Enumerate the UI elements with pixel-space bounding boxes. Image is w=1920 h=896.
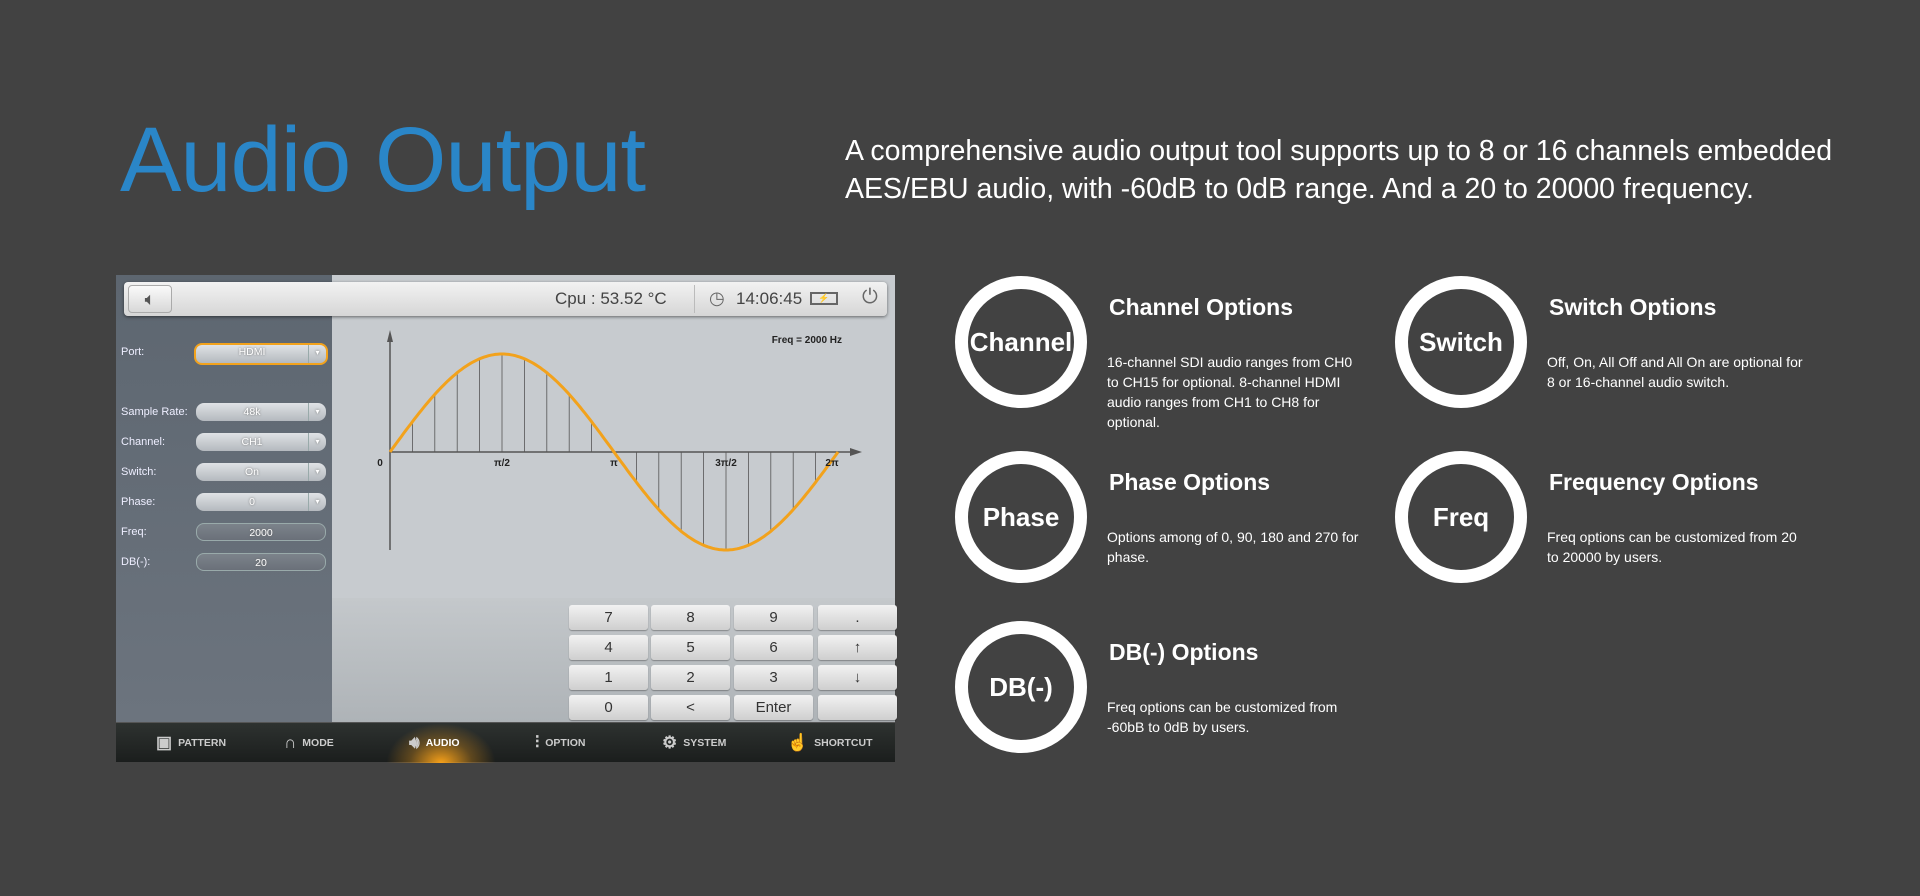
feature-badge: DB(-)	[955, 621, 1087, 753]
keypad-key[interactable]: ↑	[818, 635, 897, 660]
pattern-icon: ▣	[156, 733, 173, 752]
y-axis-arrow	[387, 330, 393, 342]
x-tick-label: 2π	[825, 458, 839, 469]
feature-body: Off, On, All Off and All On are optional…	[1547, 354, 1803, 390]
feature-body: Freq options can be customized from 20 t…	[1547, 529, 1797, 565]
clock-icon: ◷	[709, 288, 725, 308]
nav-label: AUDIO	[425, 737, 460, 749]
field-label: DB(-):	[121, 556, 151, 568]
chevron-down-icon[interactable]: ▾	[308, 433, 326, 451]
shortcut-icon: ☝	[787, 733, 809, 752]
chevron-down-icon[interactable]: ▾	[308, 403, 326, 421]
feature-badge: Switch	[1395, 276, 1527, 408]
field-value: 2000	[249, 527, 273, 539]
divider	[694, 285, 695, 313]
keypad-key[interactable]: 2	[651, 665, 730, 690]
field-value: 20	[255, 557, 267, 569]
nav-label: MODE	[302, 737, 334, 749]
feature-title: DB(-) Options	[1109, 639, 1259, 665]
feature-title: Frequency Options	[1549, 469, 1759, 495]
x-tick-label: π/2	[494, 458, 510, 469]
power-icon[interactable]: ⏻	[862, 286, 878, 309]
field-value: 0	[249, 496, 255, 508]
keypad-key[interactable]: <	[651, 695, 730, 720]
nav-label: SYSTEM	[683, 737, 727, 749]
page-title: Audio Output	[120, 109, 646, 211]
field-label: Sample Rate:	[121, 406, 188, 418]
field-label: Freq:	[121, 526, 147, 538]
keypad-key[interactable]: 5	[651, 635, 730, 660]
top-status-bar: 🔈︎ Cpu : 53.52 °C ◷ 14:06:45 ⚡ ⏻	[124, 282, 887, 316]
numeric-keypad: 7 8 9. 4 5 6 ↑ 1 2 3 ↓ 0 < Enter	[332, 598, 897, 722]
feature-badge: Phase	[955, 451, 1087, 583]
settings-sidebar: Port: HDMI ▾ Sample Rate: 48k ▾ Channel: CH1 ▾ Sw…	[116, 275, 332, 722]
feature-body: Options among of 0, 90, 180 and 270 for …	[1107, 529, 1359, 565]
chevron-down-icon[interactable]: ▾	[308, 463, 326, 481]
speaker-icon: 🔊︎	[409, 733, 420, 752]
field-label: Switch:	[121, 466, 157, 478]
value-input[interactable]: 2000	[196, 523, 326, 541]
keypad-key[interactable]: .	[818, 605, 897, 630]
field-label: Port:	[121, 346, 145, 358]
keypad-key[interactable]: 8	[651, 605, 730, 630]
keypad-key[interactable]: ↓	[818, 665, 897, 690]
nav-item-shortcut[interactable]: ☝ SHORTCUT	[787, 733, 873, 753]
feature-badge: Channel	[955, 276, 1087, 408]
waveform-chart: 0 π/2 π 3π/2 2π Freq = 2000 Hz	[377, 330, 862, 552]
keypad-key[interactable]: Enter	[734, 695, 813, 720]
keypad-key[interactable]: 3	[734, 665, 813, 690]
keypad-key[interactable]: 9	[734, 605, 813, 630]
nav-label: PATTERN	[178, 737, 227, 749]
keypad-key[interactable]: 4	[569, 635, 648, 660]
bottom-nav: ▣ PATTERN ∩ MODE 🔊︎ AUDIO ⫶ OPTION ⚙ SYSTEM ☝ SHORT…	[116, 722, 895, 763]
x-tick-label: 3π/2	[715, 458, 737, 469]
keypad-key[interactable]: 6	[734, 635, 813, 660]
x-axis-arrow	[850, 448, 862, 456]
feature-title: Switch Options	[1549, 294, 1717, 320]
nav-label: OPTION	[545, 737, 586, 749]
dropdown-select[interactable]: 48k ▾	[196, 403, 326, 421]
feature-body: Freq options can be customized from -60b…	[1107, 699, 1338, 735]
nav-label: SHORTCUT	[814, 737, 873, 749]
cpu-temperature: Cpu : 53.52 °C	[555, 289, 667, 308]
x-tick-label: π	[610, 458, 618, 469]
field-value: CH1	[241, 436, 263, 448]
dropdown-select[interactable]: On ▾	[196, 463, 326, 481]
chevron-down-icon[interactable]: ▾	[308, 493, 326, 511]
feature-title: Phase Options	[1109, 469, 1271, 495]
battery-icon: ⚡	[810, 292, 838, 305]
volume-button[interactable]: 🔈︎	[128, 285, 172, 313]
nav-item-system[interactable]: ⚙ SYSTEM	[662, 733, 726, 753]
field-label: Phase:	[121, 496, 156, 508]
page-description: A comprehensive audio output tool suppor…	[845, 135, 1833, 205]
keypad-key[interactable]: 7	[569, 605, 648, 630]
field-value: HDMI	[238, 346, 266, 358]
device-screenshot: Port: HDMI ▾ Sample Rate: 48k ▾ Channel: CH1 ▾ Sw…	[116, 275, 897, 763]
frequency-annotation: Freq = 2000 Hz	[772, 335, 842, 346]
clock-time: 14:06:45	[736, 289, 803, 308]
field-label: Channel:	[121, 436, 166, 448]
x-tick-label: 0	[377, 458, 383, 469]
nav-item-option[interactable]: ⫶ OPTION	[535, 733, 586, 753]
nav-item-mode[interactable]: ∩ MODE	[284, 733, 334, 753]
feature-badge: Freq	[1395, 451, 1527, 583]
field-value: 48k	[243, 406, 261, 418]
sliders-icon: ⫶	[535, 733, 540, 752]
dropdown-select[interactable]: HDMI ▾	[194, 343, 328, 365]
feature-title: Channel Options	[1109, 294, 1293, 320]
speaker-icon: 🔈︎	[144, 288, 156, 309]
dropdown-select[interactable]: CH1 ▾	[196, 433, 326, 451]
gear-icon: ⚙	[662, 733, 678, 752]
keypad-key[interactable]: 0	[569, 695, 648, 720]
value-input[interactable]: 20	[196, 553, 326, 571]
chevron-down-icon[interactable]: ▾	[308, 345, 326, 363]
keypad-key[interactable]: 1	[569, 665, 648, 690]
dropdown-select[interactable]: 0 ▾	[196, 493, 326, 511]
nav-item-pattern[interactable]: ▣ PATTERN	[156, 733, 226, 753]
mode-icon: ∩	[284, 733, 297, 752]
nav-item-audio[interactable]: 🔊︎ AUDIO	[409, 733, 460, 753]
feature-body: 16-channel SDI audio ranges from CH0 to …	[1107, 354, 1353, 430]
keypad-key[interactable]	[818, 695, 897, 720]
field-value: On	[244, 466, 259, 478]
